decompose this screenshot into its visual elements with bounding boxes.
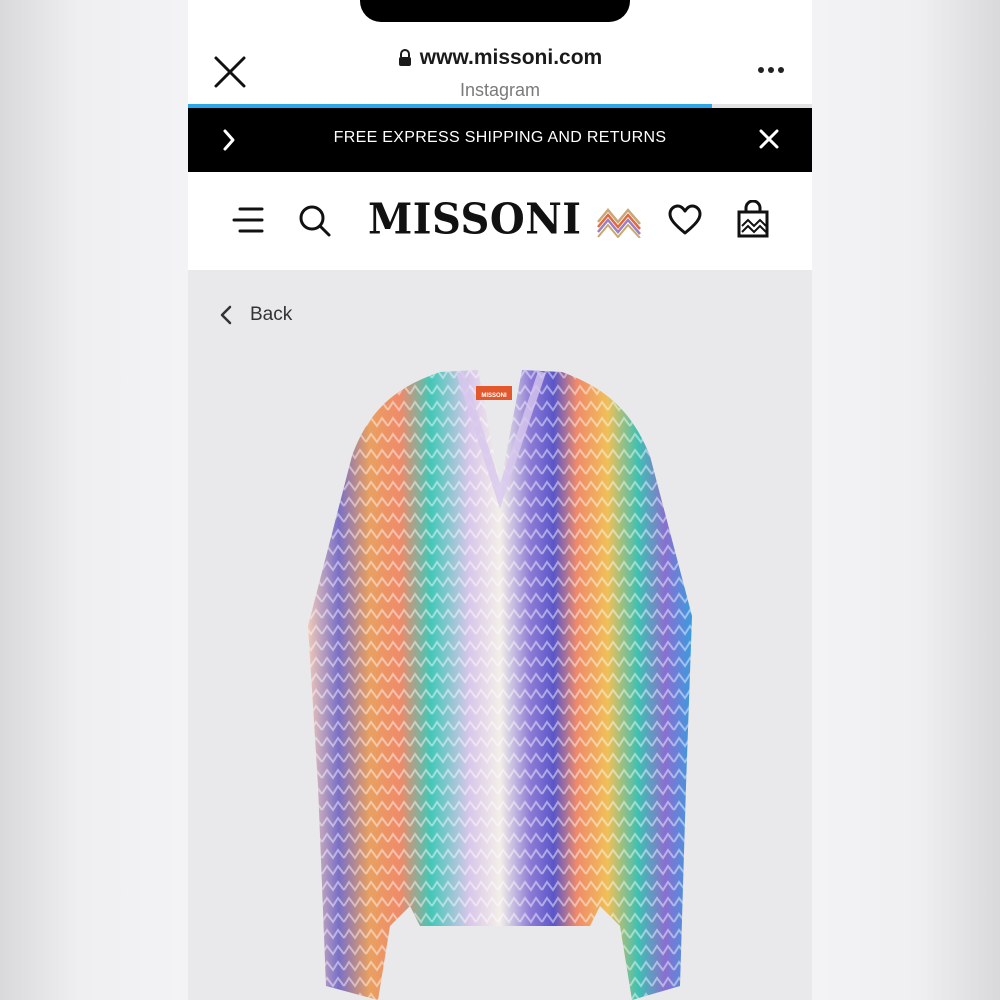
menu-button[interactable] (232, 206, 264, 239)
status-bar (188, 0, 812, 30)
shopping-bag-button[interactable] (736, 199, 770, 243)
menu-icon (232, 207, 264, 233)
site-header: MISSONI (188, 172, 812, 270)
chevron-left-icon (220, 305, 232, 325)
search-button[interactable] (298, 204, 332, 243)
close-banner-icon (759, 129, 779, 149)
more-options-button[interactable] (758, 60, 784, 74)
brand-logo[interactable]: MISSONI (368, 194, 644, 245)
search-icon (299, 205, 331, 237)
url-line: www.missoni.com (398, 46, 602, 70)
product-image[interactable]: MISSONI (300, 366, 700, 1000)
product-label-text: MISSONI (481, 393, 507, 399)
product-content: Back MISSONI (188, 270, 812, 1000)
shopping-bag-icon (737, 199, 769, 238)
promo-close-button[interactable] (758, 128, 780, 155)
wishlist-button[interactable] (668, 204, 702, 241)
lock-icon (398, 49, 411, 66)
back-label: Back (250, 304, 293, 325)
phone-screen: www.missoni.com Instagram FREE EXPRESS S… (188, 0, 812, 1000)
url-area[interactable]: www.missoni.com Instagram (188, 46, 812, 101)
more-icon (758, 67, 784, 73)
promo-text: FREE EXPRESS SHIPPING AND RETURNS (333, 129, 667, 146)
dynamic-island (360, 0, 630, 22)
back-link[interactable]: Back (220, 304, 292, 326)
in-app-browser-bar: www.missoni.com Instagram (188, 30, 812, 106)
brand-wordmark: MISSONI (368, 194, 582, 245)
source-app-label: Instagram (459, 80, 541, 100)
url-text: www.missoni.com (419, 46, 603, 69)
zigzag-logo-icon (596, 207, 641, 238)
heart-icon (668, 204, 702, 235)
promo-banner: FREE EXPRESS SHIPPING AND RETURNS (188, 108, 812, 172)
